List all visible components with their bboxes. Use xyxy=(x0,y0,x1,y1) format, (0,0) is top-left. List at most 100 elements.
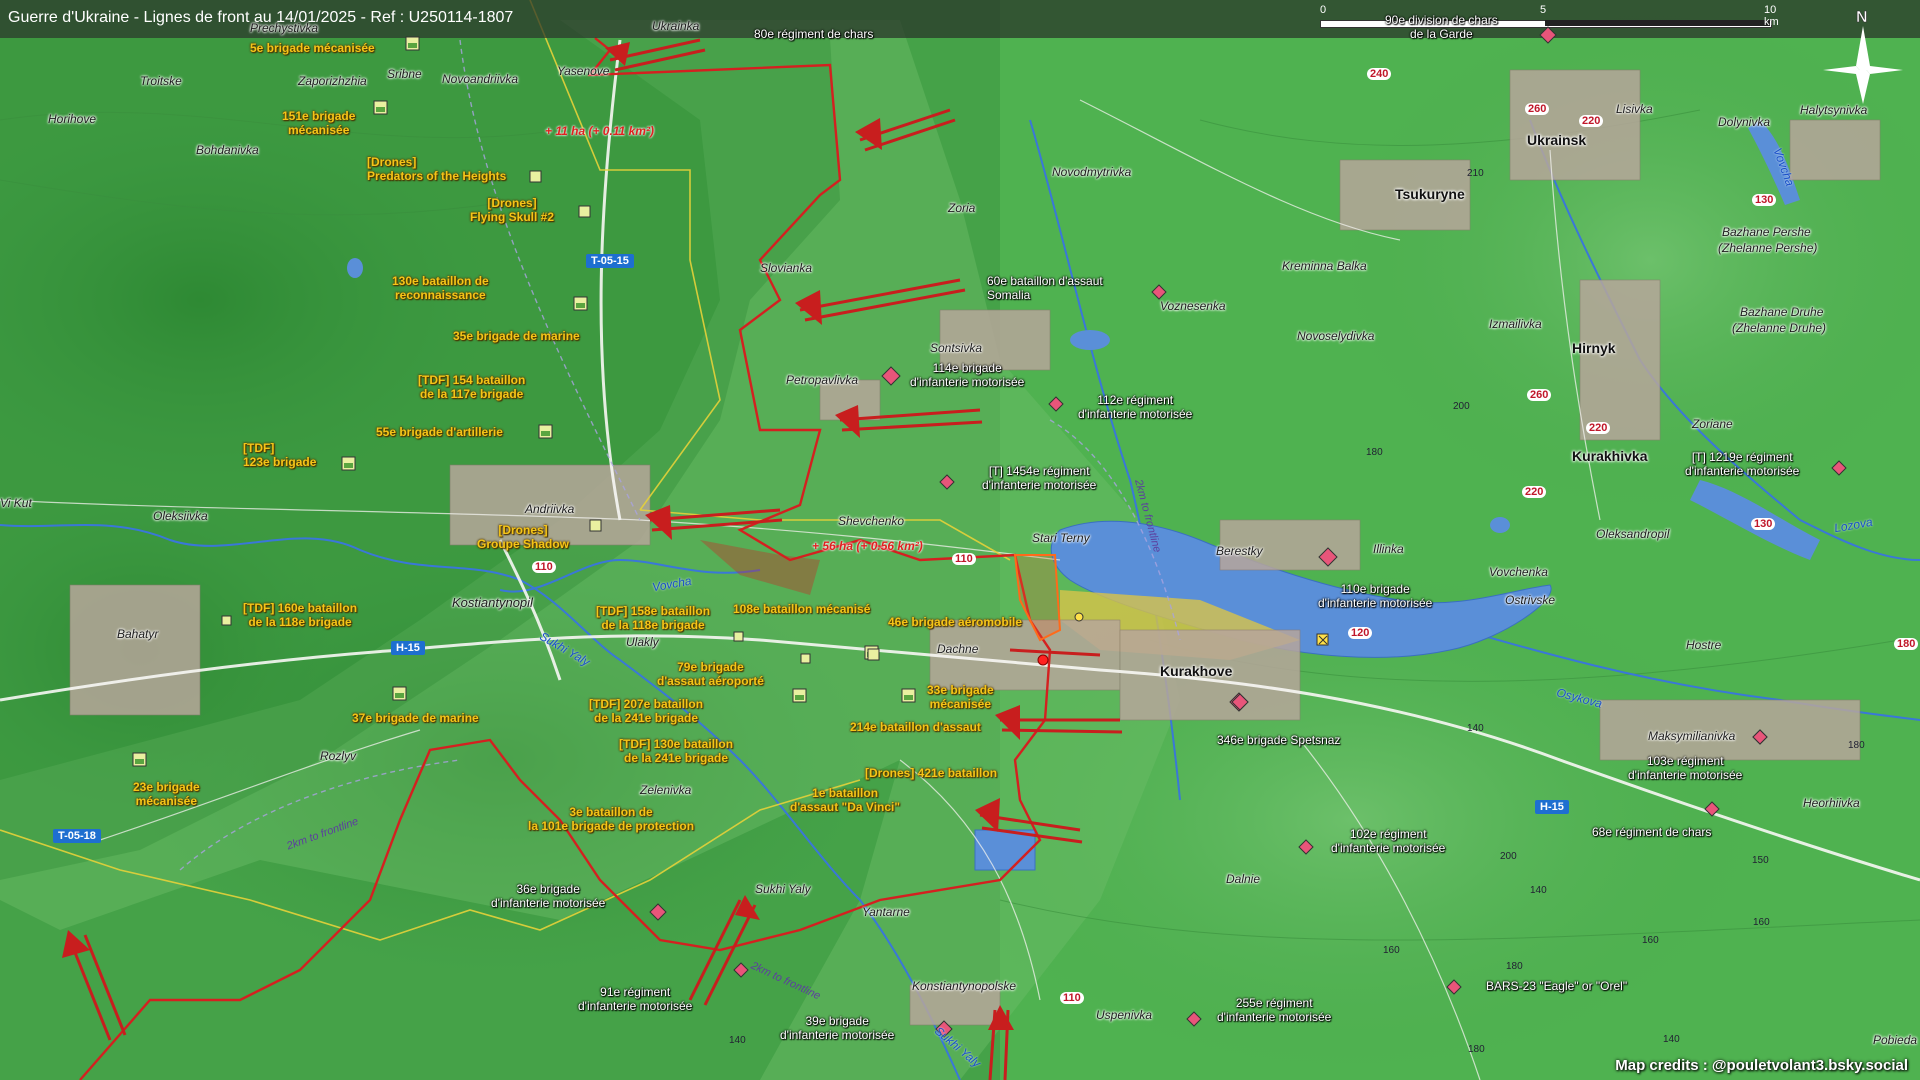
north-label: N xyxy=(1856,9,1868,26)
ukraine-unit-label[interactable]: 37e brigade de marine xyxy=(352,711,479,726)
ukraine-unit-icon[interactable] xyxy=(733,631,745,643)
russia-unit-label[interactable]: 112e régiment d'infanterie motorisée xyxy=(1078,393,1192,422)
town-label: Zaporizhzhia xyxy=(298,74,367,88)
ukraine-unit-label[interactable]: [Drones] Flying Skull #2 xyxy=(470,196,554,225)
position-marker-icon[interactable] xyxy=(1316,633,1330,647)
ukraine-unit-label[interactable]: [TDF] 123e brigade xyxy=(243,441,316,470)
town-label: Oleksiivka xyxy=(153,509,208,523)
russia-unit-label[interactable]: [T] 1454e régiment d'infanterie motorisé… xyxy=(982,464,1096,493)
town-label: Halytsynivka xyxy=(1800,103,1868,117)
ukraine-unit-icon[interactable] xyxy=(538,424,554,440)
ukraine-unit-label[interactable]: 33e brigade mécanisée xyxy=(927,683,994,712)
ukraine-unit-label[interactable]: [TDF] 160e bataillon de la 118e brigade xyxy=(243,601,357,630)
russia-unit-icon[interactable] xyxy=(881,366,901,386)
elevation-label: 180 xyxy=(1468,1044,1485,1055)
russia-unit-icon[interactable] xyxy=(1298,839,1314,855)
russia-unit-icon[interactable] xyxy=(649,903,667,921)
ukraine-unit-label[interactable]: 46e brigade aéromobile xyxy=(888,615,1022,630)
ukraine-unit-label[interactable]: [TDF] 154 bataillon de la 117e brigade xyxy=(418,373,525,402)
russia-unit-icon[interactable] xyxy=(1539,26,1557,44)
ukraine-unit-label[interactable]: [TDF] 130e bataillon de la 241e brigade xyxy=(619,737,733,766)
road-number: 180 xyxy=(1894,638,1919,650)
russia-unit-label[interactable]: 36e brigade d'infanterie motorisée xyxy=(491,882,605,911)
ukraine-unit-icon[interactable] xyxy=(573,296,589,312)
russia-unit-icon[interactable] xyxy=(1704,801,1720,817)
ukraine-unit-icon[interactable] xyxy=(792,688,808,704)
ukraine-unit-icon[interactable] xyxy=(800,653,812,665)
ukraine-unit-icon[interactable] xyxy=(901,688,917,704)
ukraine-unit-label[interactable]: 1e bataillon d'assaut "Da Vinci" xyxy=(790,786,900,815)
town-label: Dalnie xyxy=(1226,872,1261,886)
russia-unit-icon[interactable] xyxy=(1446,979,1462,995)
ukraine-unit-label[interactable]: 130e bataillon de reconnaissance xyxy=(392,274,489,303)
russia-unit-icon[interactable] xyxy=(1752,729,1768,745)
ukraine-unit-label[interactable]: 5e brigade mécanisée xyxy=(250,41,375,56)
ukraine-unit-label[interactable]: [Drones] 421e bataillon xyxy=(865,766,997,781)
ukraine-unit-label[interactable]: 214e bataillon d'assaut xyxy=(850,720,981,735)
road-badge: H-15 xyxy=(1535,800,1569,814)
russia-unit-icon[interactable] xyxy=(1318,547,1338,567)
ukraine-unit-icon[interactable] xyxy=(578,205,592,219)
russia-unit-icon[interactable] xyxy=(939,474,955,490)
russia-unit-icon[interactable] xyxy=(733,962,749,978)
town-label: Sontsivka xyxy=(930,341,983,355)
town-label: Vovchenka xyxy=(1489,565,1548,579)
ukraine-unit-icon[interactable] xyxy=(867,648,881,662)
town-label: Prechystivka xyxy=(250,21,319,35)
russia-unit-label[interactable]: BARS-23 "Eagle" or "Orel" xyxy=(1486,979,1627,994)
ukraine-unit-label[interactable]: [Drones] Groupe Shadow xyxy=(477,523,569,552)
russia-unit-label[interactable]: 102e régiment d'infanterie motorisée xyxy=(1331,827,1445,856)
ukraine-unit-icon[interactable] xyxy=(341,456,357,472)
russia-unit-icon[interactable] xyxy=(1231,693,1249,711)
ukraine-unit-icon[interactable] xyxy=(392,686,408,702)
town-label: Andriivka xyxy=(525,502,575,516)
ukraine-unit-label[interactable]: 151e brigade mécanisée xyxy=(282,109,355,138)
elevation-label: 180 xyxy=(1848,740,1865,751)
town-label: Yantarne xyxy=(862,905,910,919)
russia-unit-label[interactable]: 68e régiment de chars xyxy=(1592,825,1711,840)
russia-unit-label[interactable]: 110e brigade d'infanterie motorisée xyxy=(1318,582,1432,611)
town-label: (Zhelanne Pershe) xyxy=(1718,241,1818,255)
map-credits[interactable]: Map credits : @pouletvolant3.bsky.social xyxy=(1615,1057,1908,1074)
russia-unit-icon[interactable] xyxy=(1151,284,1167,300)
ukraine-unit-label[interactable]: [Drones] Predators of the Heights xyxy=(367,155,506,184)
town-label: Rozlyv xyxy=(320,749,357,763)
ukraine-unit-label[interactable]: 79e brigade d'assaut aéroporté xyxy=(657,660,764,689)
ukraine-unit-label[interactable]: 55e brigade d'artillerie xyxy=(376,425,503,440)
town-label: Konstiantynopolske xyxy=(912,979,1017,993)
road-number: 130 xyxy=(1752,194,1777,206)
russia-unit-label[interactable]: 60e bataillon d'assaut Somalia xyxy=(987,274,1103,303)
ukraine-unit-label[interactable]: 108e bataillon mécanisé xyxy=(733,602,870,617)
ukraine-hq-icon[interactable] xyxy=(1074,612,1084,622)
russia-unit-label[interactable]: 103e régiment d'infanterie motorisée xyxy=(1628,754,1742,783)
ukraine-unit-icon[interactable] xyxy=(589,519,603,533)
russia-attack-point-icon[interactable] xyxy=(1036,653,1050,667)
russia-unit-label[interactable]: 114e brigade d'infanterie motorisée xyxy=(910,361,1024,390)
russia-unit-label[interactable]: [T] 1219e régiment d'infanterie motorisé… xyxy=(1685,450,1799,479)
town-label: Bohdanivka xyxy=(196,143,259,157)
russia-unit-label[interactable]: 80e régiment de chars xyxy=(754,27,873,42)
ukraine-unit-icon[interactable] xyxy=(529,170,543,184)
ukraine-unit-label[interactable]: 35e brigade de marine xyxy=(453,329,580,344)
town-label: Ukrainka xyxy=(652,19,700,33)
city-label: Ukrainsk xyxy=(1527,132,1587,148)
ukraine-unit-label[interactable]: [TDF] 207e bataillon de la 241e brigade xyxy=(589,697,703,726)
ukraine-unit-icon[interactable] xyxy=(132,752,148,768)
russia-unit-label[interactable]: 255e régiment d'infanterie motorisée xyxy=(1217,996,1331,1025)
ukraine-unit-icon[interactable] xyxy=(405,36,421,52)
russia-unit-label[interactable]: 91e régiment d'infanterie motorisée xyxy=(578,985,692,1014)
road-number: 130 xyxy=(1751,518,1776,530)
ukraine-unit-icon[interactable] xyxy=(221,615,233,627)
russia-unit-icon[interactable] xyxy=(1831,460,1847,476)
russia-unit-icon[interactable] xyxy=(1186,1011,1202,1027)
russia-unit-label[interactable]: 39e brigade d'infanterie motorisée xyxy=(780,1014,894,1043)
russia-unit-label[interactable]: 90e division de chars de la Garde xyxy=(1385,13,1498,42)
town-label: Zoria xyxy=(948,201,976,215)
ukraine-unit-label[interactable]: 23e brigade mécanisée xyxy=(133,780,200,809)
elevation-label: 180 xyxy=(1366,447,1383,458)
ukraine-unit-label[interactable]: 3e bataillon de la 101e brigade de prote… xyxy=(528,805,694,834)
ukraine-unit-icon[interactable] xyxy=(373,100,389,116)
ukraine-unit-label[interactable]: [TDF] 158e bataillon de la 118e brigade xyxy=(596,604,710,633)
russia-unit-label[interactable]: 346e brigade Spetsnaz xyxy=(1217,733,1340,748)
russia-unit-icon[interactable] xyxy=(1048,396,1064,412)
